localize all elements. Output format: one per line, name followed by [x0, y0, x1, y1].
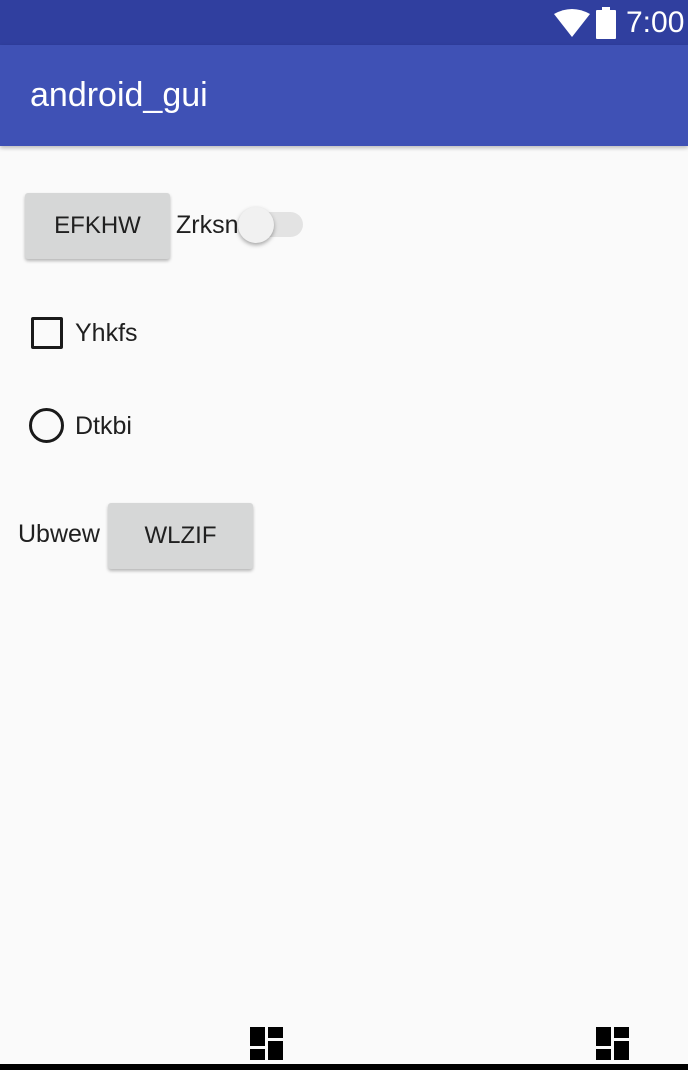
app-title: android_gui — [30, 76, 208, 114]
status-bar: 7:00 — [0, 0, 688, 45]
switch-thumb[interactable] — [238, 207, 274, 243]
yhkfs-checkbox[interactable] — [31, 317, 63, 349]
ubwew-label: Ubwew — [18, 520, 100, 548]
dtkbi-radio[interactable] — [29, 408, 64, 443]
wlzif-button[interactable]: WLZIF — [108, 503, 253, 569]
radio-label[interactable]: Dtkbi — [75, 411, 132, 441]
checkbox-label[interactable]: Yhkfs — [75, 318, 138, 348]
switch-label: Zrksn — [176, 211, 239, 239]
status-clock: 7:00 — [626, 6, 685, 39]
battery-icon — [596, 7, 616, 39]
dashboard-icon[interactable] — [596, 1027, 629, 1060]
app-bar: android_gui — [0, 45, 688, 146]
efkhw-button[interactable]: EFKHW — [25, 193, 170, 259]
wifi-icon — [554, 9, 590, 37]
dashboard-icon[interactable] — [250, 1027, 283, 1060]
bottom-edge — [0, 1064, 688, 1070]
